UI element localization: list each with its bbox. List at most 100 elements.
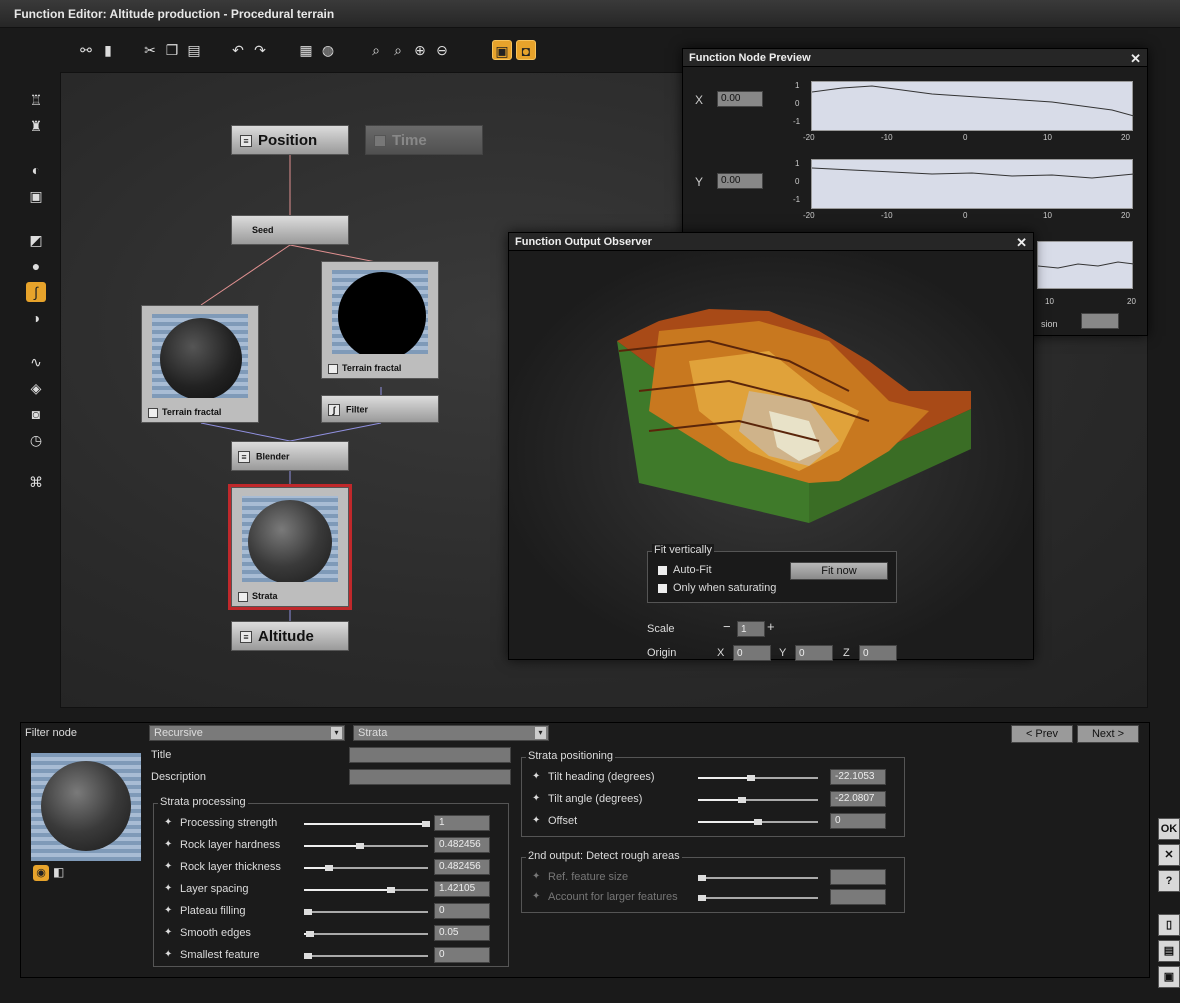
param-slider[interactable] bbox=[698, 775, 818, 781]
redo-icon[interactable]: ↷ bbox=[250, 40, 270, 60]
preview-extra-input[interactable] bbox=[1081, 313, 1119, 329]
slider-knob[interactable] bbox=[698, 875, 706, 881]
param-slider[interactable] bbox=[304, 953, 428, 959]
animate-icon[interactable]: ✦ bbox=[164, 839, 172, 850]
param-slider[interactable] bbox=[698, 895, 818, 901]
slider-knob[interactable] bbox=[355, 843, 364, 849]
auto-fit-checkbox[interactable]: Auto-Fit bbox=[658, 564, 712, 576]
constant-node-icon[interactable]: ◑ bbox=[26, 308, 46, 328]
node-name-dropdown[interactable]: Strata ▾ bbox=[353, 725, 549, 741]
param-slider[interactable] bbox=[698, 875, 818, 881]
param-value-input[interactable]: 0 bbox=[830, 813, 886, 829]
cancel-button[interactable]: ✕ bbox=[1158, 844, 1180, 866]
scale-input[interactable]: 1 bbox=[737, 621, 765, 637]
slider-knob[interactable] bbox=[754, 819, 762, 825]
observer-title-bar[interactable]: Function Output Observer ✕ bbox=[509, 233, 1033, 251]
color-node-icon[interactable]: ◩ bbox=[26, 230, 46, 250]
slider-knob[interactable] bbox=[698, 895, 706, 901]
param-value-input[interactable]: 1.42105 bbox=[434, 881, 490, 897]
globe-icon[interactable]: ◍ bbox=[318, 40, 338, 60]
zoom-fit-icon[interactable]: ⌕ bbox=[366, 40, 386, 60]
param-value-input[interactable]: 0.482456 bbox=[434, 837, 490, 853]
pin-icon[interactable]: ▮ bbox=[98, 40, 118, 60]
animate-icon[interactable]: ✦ bbox=[532, 815, 540, 826]
param-value-input[interactable]: 0.482456 bbox=[434, 859, 490, 875]
zoom-out-icon[interactable]: ⊖ bbox=[432, 40, 452, 60]
node-filter[interactable]: ∫ Filter bbox=[321, 395, 439, 423]
undo-icon[interactable]: ↶ bbox=[228, 40, 248, 60]
animate-icon[interactable]: ✦ bbox=[164, 817, 172, 828]
input-node-icon[interactable]: ♖ bbox=[26, 90, 46, 110]
param-slider[interactable] bbox=[698, 797, 818, 803]
origin-y-input[interactable]: 0 bbox=[795, 645, 833, 661]
paste-icon[interactable]: ▤ bbox=[184, 40, 204, 60]
observer-toggle-icon[interactable]: ◘ bbox=[516, 40, 536, 60]
param-value-input[interactable]: 0 bbox=[434, 903, 490, 919]
close-icon[interactable]: ✕ bbox=[1016, 235, 1027, 251]
combiner-node-icon[interactable]: ▣ bbox=[26, 186, 46, 206]
scale-decrease-icon[interactable]: − bbox=[723, 619, 731, 634]
ok-button[interactable]: OK bbox=[1158, 818, 1180, 840]
param-slider[interactable] bbox=[304, 931, 428, 937]
slider-knob[interactable] bbox=[304, 909, 312, 915]
animate-icon[interactable]: ✦ bbox=[164, 905, 172, 916]
node-blender[interactable]: ≡ Blender bbox=[231, 441, 349, 471]
scale-increase-icon[interactable]: + bbox=[767, 619, 775, 634]
param-slider[interactable] bbox=[698, 819, 818, 825]
origin-x-input[interactable]: 0 bbox=[733, 645, 771, 661]
slider-knob[interactable] bbox=[386, 887, 395, 893]
preview-toggle-icon[interactable]: ▣ bbox=[492, 40, 512, 60]
preview-title-bar[interactable]: Function Node Preview ✕ bbox=[683, 49, 1147, 67]
node-time[interactable]: Time bbox=[365, 125, 483, 155]
category-dropdown[interactable]: Recursive ▾ bbox=[149, 725, 345, 741]
group-node-icon[interactable]: ⌘ bbox=[26, 472, 46, 492]
param-value-input[interactable]: 0.05 bbox=[434, 925, 490, 941]
color-mode-icon[interactable]: ◧ bbox=[53, 865, 64, 879]
animate-icon[interactable]: ✦ bbox=[164, 883, 172, 894]
node-seed[interactable]: Seed bbox=[231, 215, 349, 245]
zoom-in-icon[interactable]: ⊕ bbox=[410, 40, 430, 60]
description-input[interactable] bbox=[349, 769, 511, 785]
param-value-input[interactable] bbox=[830, 889, 886, 905]
animate-icon[interactable]: ✦ bbox=[164, 949, 172, 960]
displacement-node-icon[interactable]: ◙ bbox=[26, 404, 46, 424]
slider-knob[interactable] bbox=[738, 797, 747, 803]
animate-icon[interactable]: ✦ bbox=[532, 891, 540, 902]
param-slider[interactable] bbox=[304, 821, 430, 827]
new-file-icon[interactable]: ▯ bbox=[1158, 914, 1180, 936]
open-file-icon[interactable]: ▤ bbox=[1158, 940, 1180, 962]
grid-icon[interactable]: ▦ bbox=[296, 40, 316, 60]
animate-icon[interactable]: ✦ bbox=[532, 793, 540, 804]
filter-node-icon[interactable]: ∫ bbox=[26, 282, 46, 302]
animate-icon[interactable]: ✦ bbox=[164, 927, 172, 938]
node-position[interactable]: ≡ Position bbox=[231, 125, 349, 155]
param-value-input[interactable]: -22.0807 bbox=[830, 791, 886, 807]
link-icon[interactable]: ⚯ bbox=[76, 40, 96, 60]
slider-knob[interactable] bbox=[304, 953, 312, 959]
render-mode-icon[interactable]: ◉ bbox=[33, 865, 49, 881]
origin-z-input[interactable]: 0 bbox=[859, 645, 897, 661]
shader-node-icon[interactable]: ◈ bbox=[26, 378, 46, 398]
slider-knob[interactable] bbox=[421, 821, 430, 827]
converter-node-icon[interactable]: ◐ bbox=[26, 160, 46, 180]
preview-x-input[interactable]: 0.00 bbox=[717, 91, 763, 107]
param-slider[interactable] bbox=[304, 865, 428, 871]
close-icon[interactable]: ✕ bbox=[1130, 51, 1141, 67]
param-value-input[interactable] bbox=[830, 869, 886, 885]
zoom-select-icon[interactable]: ⌕ bbox=[388, 40, 408, 60]
noise-node-icon[interactable]: ● bbox=[26, 256, 46, 276]
animate-icon[interactable]: ✦ bbox=[532, 871, 540, 882]
node-terrain-fractal-1[interactable]: Terrain fractal bbox=[141, 305, 259, 423]
next-button[interactable]: Next > bbox=[1077, 725, 1139, 743]
output-node-icon[interactable]: ♜ bbox=[26, 116, 46, 136]
prev-button[interactable]: < Prev bbox=[1011, 725, 1073, 743]
param-slider[interactable] bbox=[304, 909, 428, 915]
only-saturating-checkbox[interactable]: Only when saturating bbox=[658, 582, 776, 594]
param-slider[interactable] bbox=[304, 887, 428, 893]
cut-icon[interactable]: ✂ bbox=[140, 40, 160, 60]
fit-now-button[interactable]: Fit now bbox=[790, 562, 888, 580]
help-button[interactable]: ? bbox=[1158, 870, 1180, 892]
slider-knob[interactable] bbox=[746, 775, 755, 781]
param-value-input[interactable]: -22.1053 bbox=[830, 769, 886, 785]
node-altitude[interactable]: ≡ Altitude bbox=[231, 621, 349, 651]
